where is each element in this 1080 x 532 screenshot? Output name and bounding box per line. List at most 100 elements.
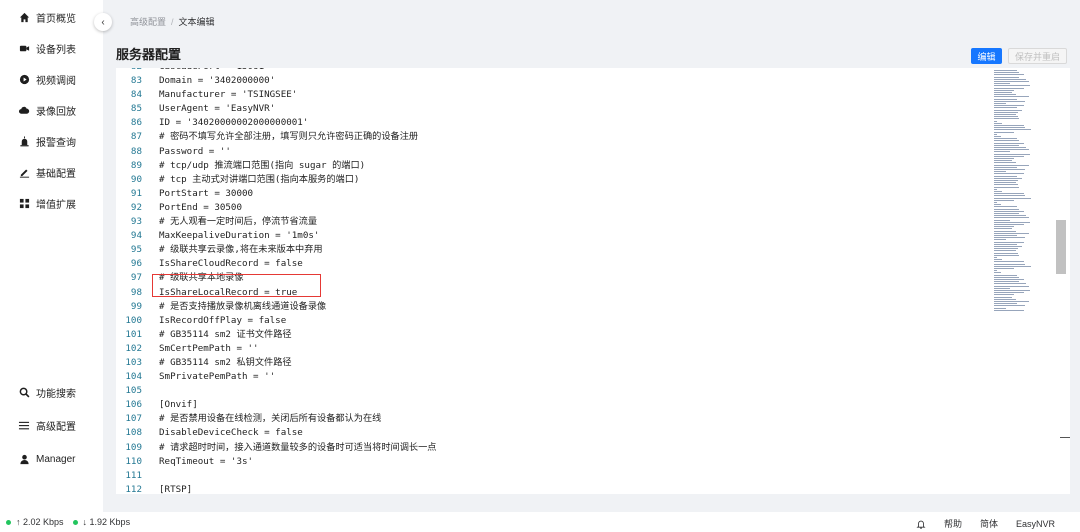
line-number: 89 (130, 159, 142, 171)
line-code: # 无人观看一定时间后，停流节省流量 (159, 216, 318, 228)
sidebar-item-extensions[interactable]: 增值扩展 (0, 191, 103, 215)
minimap-line (994, 98, 1017, 100)
line-number: 91 (130, 187, 142, 199)
home-icon (18, 11, 30, 23)
code-line: 101 # GB35114 sm2 证书文件路径 (116, 328, 996, 342)
line-number: 85 (130, 103, 142, 115)
sidebar-item-video[interactable]: 视频调阅 (0, 67, 103, 91)
minimap-line (994, 246, 1022, 247)
line-number: 97 (130, 272, 142, 284)
editor-scrollbar-thumb[interactable] (1056, 220, 1066, 274)
sidebar-item-advanced-config[interactable]: 高级配置 (0, 413, 103, 437)
help-link[interactable]: 帮助 (944, 517, 962, 530)
minimap-line (994, 226, 1015, 228)
code-editor[interactable]: 82CascadePort = 1506183Domain = '3402000… (116, 68, 1070, 494)
minimap-line (994, 188, 997, 190)
line-number: 96 (130, 258, 142, 270)
minimap-line (994, 252, 1018, 254)
minimap-line (994, 197, 1032, 199)
alarm-icon (18, 135, 30, 147)
code-line: 112 [RTSP] (116, 483, 996, 494)
page-title: 服务器配置 (116, 47, 182, 62)
line-number: 84 (130, 89, 142, 101)
minimap-line (994, 265, 1032, 267)
minimap-line (994, 107, 1017, 109)
sidebar-item-search[interactable]: 功能搜索 (0, 380, 103, 404)
line-number: 104 (125, 371, 142, 383)
minimap-line (994, 193, 1024, 195)
save-restart-button[interactable]: 保存并重启 (1008, 48, 1067, 64)
minimap-line (994, 186, 1020, 188)
minimap-line (994, 158, 1015, 159)
minimap-line (994, 202, 997, 203)
line-number: 99 (130, 300, 142, 312)
minimap-line (994, 191, 1003, 192)
line-code: SmPrivatePemPath = '' (159, 371, 276, 383)
line-number: 90 (130, 173, 142, 185)
line-code: SmCertPemPath = '' (159, 342, 259, 354)
minimap-line (994, 279, 1024, 280)
sidebar-item-playback[interactable]: 录像回放 (0, 98, 103, 122)
minimap-line (994, 290, 1030, 291)
sidebar-collapse-button[interactable]: ‹ (94, 13, 112, 31)
code-line: 102 SmCertPemPath = '' (116, 342, 996, 356)
code-line: 110 ReqTimeout = '3s' (116, 455, 996, 469)
minimap-line (994, 92, 1012, 93)
minimap-line (994, 281, 1020, 283)
line-number: 83 (130, 75, 142, 87)
sidebar-item-label: 增值扩展 (36, 199, 76, 211)
line-code: # 请求超时时间，接入通道数量较多的设备时可适当将时间调长一点 (159, 441, 437, 453)
notification-bell-icon[interactable] (916, 519, 926, 529)
minimap-line (994, 217, 1029, 219)
minimap-line (994, 155, 1024, 157)
sidebar-item-home[interactable]: 首页概览 (0, 5, 103, 29)
sidebar-item-manager[interactable]: Manager (0, 447, 103, 471)
minimap-line (994, 204, 1002, 206)
sidebar-item-basic-config[interactable]: 基础配置 (0, 160, 103, 184)
sidebar-item-devices[interactable]: 设备列表 (0, 36, 103, 60)
code-line: 87 # 密码不填写允许全部注册，填写则只允许密码正确的设备注册 (116, 130, 996, 144)
minimap-line (994, 100, 1026, 102)
minimap-line (994, 215, 1027, 217)
edit-button[interactable]: 编辑 (971, 48, 1002, 64)
code-line: 93 # 无人观看一定时间后，停流节省流量 (116, 215, 996, 229)
code-line: 105 (116, 384, 996, 398)
minimap-line (994, 261, 1024, 263)
cloud-icon (18, 104, 30, 116)
line-code: # GB35114 sm2 证书文件路径 (159, 328, 292, 340)
minimap-line (994, 285, 1029, 287)
editor-minimap[interactable] (992, 68, 1058, 318)
line-number: 94 (130, 230, 142, 242)
minimap-line (994, 257, 997, 258)
minimap-line (994, 74, 1024, 76)
line-number: 109 (125, 441, 142, 453)
status-bar: ↑ 2.02 Kbps ↓ 1.92 Kbps 帮助 简体 EasyNVR (0, 512, 1080, 532)
minimap-line (994, 89, 1015, 91)
minimap-line (994, 184, 1018, 186)
page-scroll-marker (1060, 437, 1070, 438)
minimap-line (994, 232, 1029, 234)
line-code: # tcp/udp 推流端口范围(指向 sugar 的端口) (159, 159, 366, 171)
language-switch[interactable]: 简体 (980, 517, 998, 530)
code-line: 107 # 是否禁用设备在线检测，关闭后所有设备都认为在线 (116, 412, 996, 426)
sidebar-item-alarm[interactable]: 报警查询 (0, 129, 103, 153)
minimap-line (994, 274, 1017, 276)
minimap-line (994, 83, 1010, 85)
minimap-line (994, 224, 1024, 225)
minimap-line (994, 169, 1026, 170)
minimap-line (994, 171, 1006, 173)
code-line: 95 # 级联共享云录像,将在未来版本中弃用 (116, 243, 996, 257)
breadcrumb-parent[interactable]: 高级配置 (130, 17, 166, 27)
minimap-line (994, 166, 1017, 168)
minimap-line (994, 180, 1018, 181)
minimap-line (994, 120, 997, 122)
download-rate-text: ↓ 1.92 Kbps (82, 517, 131, 527)
minimap-line (994, 206, 1017, 208)
code-line: 84 Manufacturer = 'TSINGSEE' (116, 88, 996, 102)
line-number: 105 (125, 385, 142, 397)
line-number: 112 (125, 483, 142, 494)
code-line: 96 IsShareCloudRecord = false (116, 257, 996, 271)
minimap-line (994, 140, 1020, 142)
minimap-line (994, 125, 1024, 126)
minimap-line (994, 153, 1030, 155)
